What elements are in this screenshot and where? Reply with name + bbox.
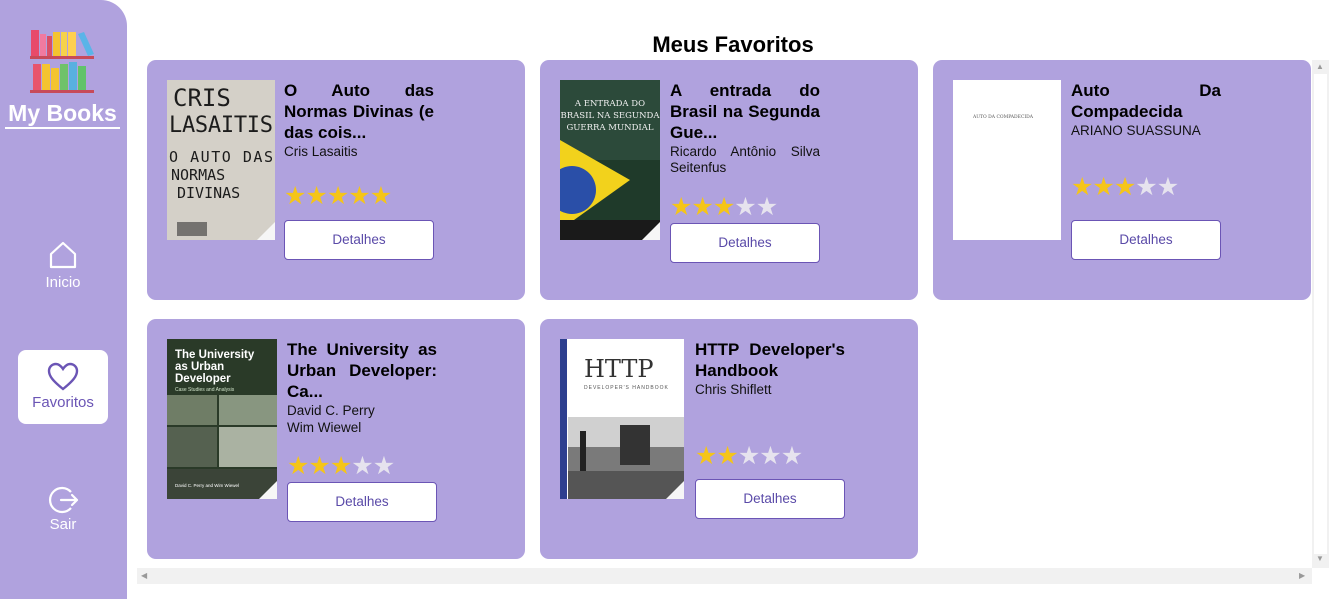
cover-text: Case Studies and Analysis [175, 387, 235, 393]
nav-favorites[interactable]: Favoritos [18, 350, 108, 424]
page-title: Meus Favoritos [652, 32, 814, 57]
details-button[interactable]: Detalhes [284, 220, 434, 260]
cover-text: DEVELOPER'S HANDBOOK [584, 385, 669, 391]
star-icon: ★ [326, 182, 349, 210]
cover-text: David C. Perry and Wim Wiewel [175, 483, 239, 488]
nav-logout-label: Sair [49, 516, 77, 533]
cover-text: CRIS [173, 84, 231, 112]
star-icon: ★ [734, 193, 756, 221]
cover-text: The University [175, 349, 255, 361]
star-icon: ★ [695, 442, 717, 470]
vertical-scrollbar[interactable]: ▲ ▼ [1312, 60, 1329, 568]
cover-text: O AUTO DAS [169, 148, 273, 166]
book-card: CRIS LASAITIS O AUTO DAS NORMAS DIVINAS … [147, 60, 525, 300]
cover-text: A ENTRADA DO [574, 99, 645, 109]
book-card: A ENTRADA DO BRASIL NA SEGUNDA GUERRA MU… [540, 60, 918, 300]
cover-text: AUTO DA COMPADECIDA [972, 114, 1034, 120]
book-info: HTTP Developer's Handbook Chris Shiflett [695, 339, 845, 398]
scroll-up-icon[interactable]: ▲ [1316, 62, 1324, 71]
cover-text: NORMAS [171, 166, 225, 184]
details-button[interactable]: Detalhes [670, 223, 820, 263]
book-info: A entrada do Brasil na Segunda Gue... Ri… [670, 80, 820, 176]
book-card: HTTP DEVELOPER'S HANDBOOK HTTP Developer… [540, 319, 918, 559]
cover-text: DIVINAS [177, 184, 240, 202]
star-icon: ★ [759, 442, 781, 470]
star-icon: ★ [1156, 173, 1179, 201]
star-icon: ★ [691, 193, 713, 221]
star-icon: ★ [1113, 173, 1136, 201]
book-info: O Auto das Normas Divinas (e das cois...… [284, 80, 434, 160]
home-icon [49, 241, 77, 269]
star-icon: ★ [737, 442, 760, 470]
book-cover: HTTP DEVELOPER'S HANDBOOK [560, 339, 684, 499]
star-icon: ★ [329, 452, 352, 480]
heart-icon [47, 362, 79, 391]
star-icon: ★ [287, 452, 309, 480]
cover-text: GUERRA MUNDIAL [566, 123, 653, 133]
book-title: HTTP Developer's Handbook [695, 340, 845, 380]
star-icon: ★ [712, 193, 735, 221]
logout-icon [49, 486, 79, 514]
rating-stars: ★★★★★ [670, 193, 778, 221]
details-button[interactable]: Detalhes [1071, 220, 1221, 260]
rating-stars: ★★★★★ [1071, 173, 1179, 201]
book-author: ARIANO SUASSUNA [1071, 123, 1201, 138]
sidebar: My Books Inicio Favoritos Sair [0, 0, 127, 599]
book-cover: AUTO DA COMPADECIDA [953, 80, 1061, 240]
cover-text: Developer [175, 373, 231, 385]
star-icon: ★ [670, 193, 692, 221]
nav-home[interactable]: Inicio [18, 240, 108, 314]
book-author: Ricardo Antônio Silva Seitenfus [670, 144, 820, 175]
cover-text: LASAITIS [169, 113, 273, 138]
star-icon: ★ [305, 182, 327, 210]
scrollbar-thumb[interactable] [1314, 74, 1327, 554]
book-cover: The University as Urban Developer Case S… [167, 339, 277, 499]
book-title: The University as Urban Developer: Ca... [287, 340, 437, 401]
rating-stars: ★★★★★ [287, 452, 395, 480]
nav-logout[interactable]: Sair [18, 484, 108, 558]
rating-stars: ★★★★★ [284, 182, 392, 210]
book-card: The University as Urban Developer Case S… [147, 319, 525, 559]
scroll-right-icon[interactable]: ▶ [1299, 571, 1305, 580]
book-card: AUTO DA COMPADECIDA Auto Da Compadecida … [933, 60, 1311, 300]
star-icon: ★ [1071, 173, 1093, 201]
cover-text: HTTP [584, 355, 654, 383]
scroll-left-icon[interactable]: ◀ [141, 571, 147, 580]
star-icon: ★ [372, 452, 395, 480]
horizontal-scrollbar[interactable]: ◀ ▶ [137, 568, 1312, 584]
star-icon: ★ [716, 442, 738, 470]
nav-home-label: Inicio [45, 274, 81, 291]
bookshelf-logo-icon [30, 30, 94, 93]
book-author: Cris Lasaitis [284, 144, 358, 159]
book-author: Chris Shiflett [695, 382, 772, 397]
nav-favorites-label: Favoritos [32, 394, 94, 411]
scroll-down-icon[interactable]: ▼ [1316, 554, 1324, 563]
star-icon: ★ [369, 182, 392, 210]
book-author: Wim Wiewel [287, 420, 362, 435]
star-icon: ★ [780, 442, 803, 470]
star-icon: ★ [1135, 173, 1157, 201]
star-icon: ★ [348, 182, 370, 210]
star-icon: ★ [755, 193, 778, 221]
book-author: David C. Perry [287, 403, 375, 418]
cover-text: BRASIL NA SEGUNDA [561, 111, 660, 121]
book-info: Auto Da Compadecida ARIANO SUASSUNA [1071, 80, 1221, 139]
cover-text: as Urban [175, 361, 224, 373]
star-icon: ★ [308, 452, 330, 480]
book-title: Auto Da Compadecida [1071, 81, 1221, 121]
brand-title: My Books [5, 99, 120, 129]
book-title: O Auto das Normas Divinas (e das cois... [284, 81, 434, 142]
details-button[interactable]: Detalhes [287, 482, 437, 522]
rating-stars: ★★★★★ [695, 442, 803, 470]
star-icon: ★ [351, 452, 373, 480]
book-title: A entrada do Brasil na Segunda Gue... [670, 81, 820, 142]
book-cover: CRIS LASAITIS O AUTO DAS NORMAS DIVINAS [167, 80, 275, 240]
star-icon: ★ [1092, 173, 1114, 201]
details-button[interactable]: Detalhes [695, 479, 845, 519]
star-icon: ★ [284, 182, 306, 210]
book-cover: A ENTRADA DO BRASIL NA SEGUNDA GUERRA MU… [560, 80, 660, 240]
book-info: The University as Urban Developer: Ca...… [287, 339, 437, 436]
